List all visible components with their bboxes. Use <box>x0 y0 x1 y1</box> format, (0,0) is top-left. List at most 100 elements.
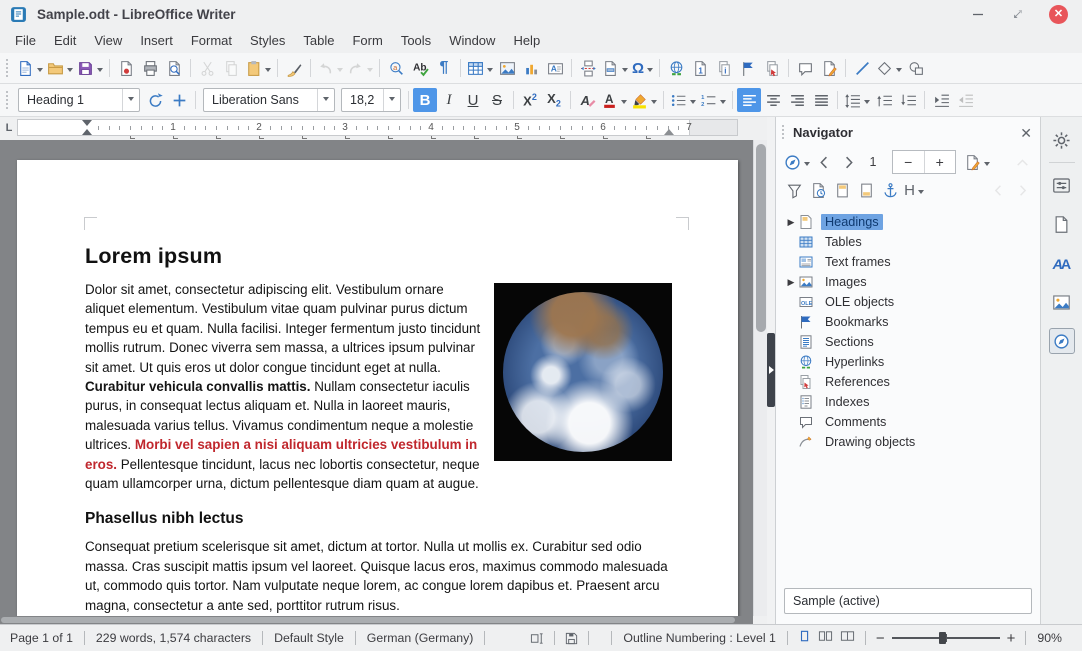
horizontal-scrollbar-thumb[interactable] <box>1 617 735 623</box>
styles-deck-button[interactable]: AA <box>1049 250 1075 276</box>
menu-tools[interactable]: Tools <box>392 30 440 51</box>
unordered-list-button[interactable] <box>668 88 698 112</box>
sidebar-settings-button[interactable] <box>1049 127 1075 153</box>
spelling-button[interactable]: Ab <box>408 56 432 80</box>
zoom-slider[interactable] <box>892 637 1000 639</box>
spin-minus-button[interactable]: − <box>893 151 925 173</box>
navigator-item-references[interactable]: References <box>776 372 1040 392</box>
subscript-button[interactable]: X2 <box>542 88 566 112</box>
insert-image-button[interactable] <box>495 56 519 80</box>
decrease-indent-button[interactable] <box>953 88 977 112</box>
align-right-button[interactable] <box>785 88 809 112</box>
book-view-button[interactable] <box>839 629 856 647</box>
insert-bookmark-button[interactable] <box>736 56 760 80</box>
gallery-deck-button[interactable] <box>1049 289 1075 315</box>
superscript-button[interactable]: X2 <box>518 88 542 112</box>
update-style-button[interactable] <box>143 88 167 112</box>
chevron-down-icon[interactable] <box>804 162 810 169</box>
menu-view[interactable]: View <box>85 30 131 51</box>
page-count-status[interactable]: Page 1 of 1 <box>10 631 84 645</box>
chevron-down-icon[interactable] <box>383 89 400 111</box>
content-navigation-view-button[interactable] <box>806 178 830 202</box>
menu-window[interactable]: Window <box>440 30 504 51</box>
highlighting-color-button[interactable] <box>629 88 659 112</box>
insert-page-break-button[interactable] <box>576 56 600 80</box>
expand-arrow-icon[interactable]: ▶ <box>784 217 798 228</box>
chevron-down-icon[interactable] <box>984 162 990 169</box>
insert-special-character-button[interactable]: Ω <box>630 56 655 80</box>
undo-button[interactable] <box>315 56 345 80</box>
drag-mode-button[interactable] <box>962 150 992 174</box>
footer-button[interactable] <box>854 178 878 202</box>
navigator-item-indexes[interactable]: Indexes <box>776 392 1040 412</box>
navigator-item-comments[interactable]: Comments <box>776 412 1040 432</box>
align-center-button[interactable] <box>761 88 785 112</box>
properties-deck-button[interactable] <box>1049 172 1075 198</box>
formatting-marks-button[interactable]: ¶ <box>432 56 456 80</box>
vertical-scrollbar[interactable] <box>753 140 767 616</box>
navigator-item-sections[interactable]: Sections <box>776 332 1040 352</box>
strikethrough-button[interactable]: S <box>485 88 509 112</box>
earth-image[interactable] <box>494 283 672 461</box>
chevron-down-icon[interactable] <box>918 190 924 197</box>
close-button[interactable]: ✕ <box>1049 5 1068 24</box>
save-status-icon[interactable] <box>555 631 588 646</box>
menu-format[interactable]: Format <box>182 30 241 51</box>
menu-form[interactable]: Form <box>343 30 391 51</box>
menu-insert[interactable]: Insert <box>131 30 182 51</box>
line-spacing-button[interactable] <box>842 88 872 112</box>
decrease-paragraph-spacing-button[interactable] <box>896 88 920 112</box>
find-and-replace-button[interactable]: a <box>384 56 408 80</box>
minimize-button[interactable] <box>969 5 987 23</box>
restore-button[interactable] <box>1009 5 1027 23</box>
insert-text-box-button[interactable]: A <box>543 56 567 80</box>
toolbar-grip[interactable] <box>5 59 10 77</box>
right-indent-marker[interactable] <box>664 124 674 135</box>
hide-sidebar-handle[interactable] <box>767 333 775 407</box>
chevron-down-icon[interactable] <box>317 89 334 111</box>
new-document-button[interactable] <box>15 56 45 80</box>
active-document-selector[interactable]: Sample (active) <box>784 588 1032 614</box>
document-canvas[interactable]: Lorem ipsum Dolor sit amet, consectetur … <box>0 140 753 616</box>
increase-paragraph-spacing-button[interactable] <box>872 88 896 112</box>
ordered-list-button[interactable]: 12 <box>698 88 728 112</box>
redo-button[interactable] <box>345 56 375 80</box>
tab-stop-type-selector[interactable]: L <box>2 120 16 136</box>
chevron-down-icon[interactable] <box>487 68 493 75</box>
open-button[interactable] <box>45 56 75 80</box>
navigator-item-ole-objects[interactable]: OLEOLE objects <box>776 292 1040 312</box>
increase-indent-button[interactable] <box>929 88 953 112</box>
chevron-down-icon[interactable] <box>622 68 628 75</box>
navigator-item-hyperlinks[interactable]: Hyperlinks <box>776 352 1040 372</box>
insert-chart-button[interactable] <box>519 56 543 80</box>
close-icon[interactable]: ✕ <box>1020 126 1032 140</box>
navigator-deck-button[interactable] <box>1049 328 1075 354</box>
promote-chapter-button[interactable] <box>986 178 1010 202</box>
demote-chapter-button[interactable] <box>1010 178 1034 202</box>
vertical-scrollbar-thumb[interactable] <box>756 144 766 332</box>
underline-button[interactable]: U <box>461 88 485 112</box>
chevron-down-icon[interactable] <box>122 89 139 111</box>
align-left-button[interactable] <box>737 88 761 112</box>
page-deck-button[interactable] <box>1049 211 1075 237</box>
promote-level-button[interactable] <box>1010 150 1034 174</box>
new-style-button[interactable] <box>167 88 191 112</box>
horizontal-scrollbar[interactable] <box>0 616 753 624</box>
navigator-item-drawing-objects[interactable]: Drawing objects <box>776 432 1040 452</box>
insert-endnote-button[interactable]: i <box>712 56 736 80</box>
menu-file[interactable]: File <box>6 30 45 51</box>
navigator-item-headings[interactable]: ▶Headings <box>776 212 1040 232</box>
font-color-button[interactable]: A <box>599 88 629 112</box>
filter-button[interactable] <box>782 178 806 202</box>
font-size-combo[interactable]: 18,2 <box>341 88 401 112</box>
navigator-item-tables[interactable]: Tables <box>776 232 1040 252</box>
chevron-down-icon[interactable] <box>97 68 103 75</box>
language-status[interactable]: German (Germany) <box>356 631 485 645</box>
insert-line-button[interactable] <box>850 56 874 80</box>
header-button[interactable] <box>830 178 854 202</box>
insert-cross-reference-button[interactable] <box>760 56 784 80</box>
chevron-down-icon[interactable] <box>651 100 657 107</box>
basic-shapes-button[interactable] <box>874 56 904 80</box>
insert-table-button[interactable] <box>465 56 495 80</box>
export-pdf-button[interactable] <box>114 56 138 80</box>
